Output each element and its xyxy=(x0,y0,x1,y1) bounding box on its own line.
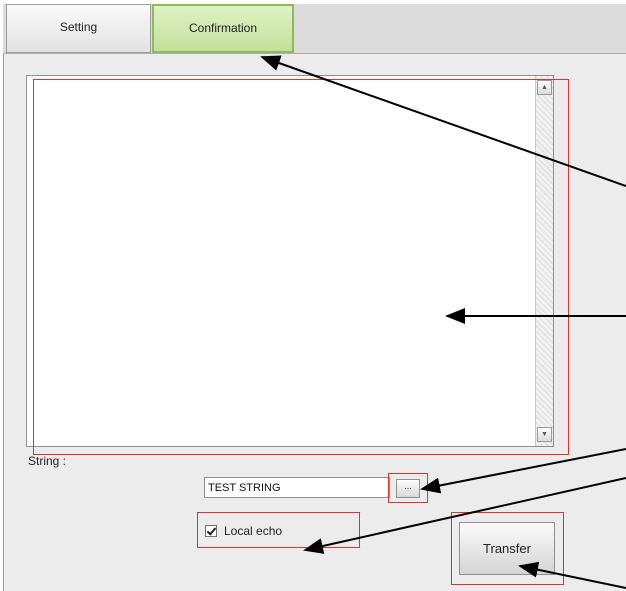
transfer-button[interactable]: Transfer xyxy=(459,522,555,575)
vertical-scrollbar[interactable]: ▲ ▼ xyxy=(535,76,553,446)
scroll-down-icon[interactable]: ▼ xyxy=(537,427,552,442)
output-text-area[interactable]: ▲ ▼ xyxy=(26,75,554,447)
local-echo-label: Local echo xyxy=(224,524,283,538)
scroll-up-icon[interactable]: ▲ xyxy=(537,80,552,95)
string-input[interactable] xyxy=(204,477,390,498)
browse-button[interactable]: ... xyxy=(396,479,420,498)
tab-confirmation[interactable]: Confirmation xyxy=(152,4,294,53)
checkbox-checked-icon[interactable] xyxy=(205,525,217,537)
tab-setting-label: Setting xyxy=(59,20,98,34)
tab-confirmation-label: Confirmation xyxy=(188,21,258,35)
string-label: String : xyxy=(28,454,67,468)
local-echo-checkbox[interactable]: Local echo xyxy=(205,524,282,538)
tab-setting[interactable]: Setting xyxy=(6,4,151,53)
